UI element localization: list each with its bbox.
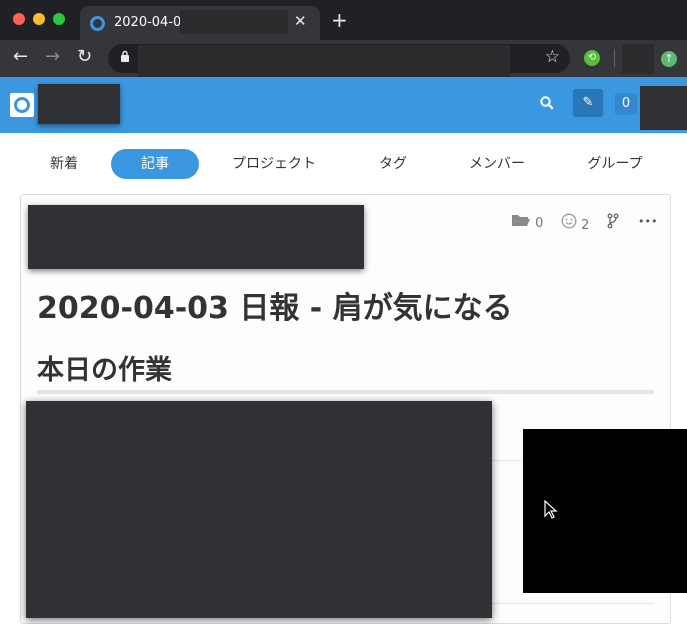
post-title: 2020-04-03 日報 - 肩が気になる <box>37 291 513 326</box>
tab-tags[interactable]: タグ <box>362 149 424 179</box>
search-icon[interactable] <box>540 96 554 114</box>
esa-logo-icon[interactable] <box>10 93 34 117</box>
tab-groups[interactable]: グループ <box>576 149 654 179</box>
redacted-avatar[interactable] <box>640 86 687 130</box>
close-tab-icon[interactable]: ✕ <box>294 12 307 30</box>
site-header: ✎ 0 <box>0 77 687 133</box>
star-count[interactable]: 2 <box>561 213 589 233</box>
forward-arrow-icon[interactable]: → <box>45 46 60 67</box>
star-icon[interactable]: ☆ <box>545 47 560 67</box>
notification-count[interactable]: 0 <box>615 93 637 115</box>
minimize-window-button[interactable] <box>33 13 45 25</box>
tab-title: 2020-04-03 <box>114 15 190 30</box>
folder-count[interactable]: 0 <box>511 213 543 231</box>
close-window-button[interactable] <box>13 13 25 25</box>
lock-icon <box>120 50 130 65</box>
browser-tab[interactable]: 2020-04-03 ✕ <box>80 6 320 40</box>
edit-icon: ✎ <box>582 95 594 110</box>
fork-icon[interactable] <box>607 213 619 233</box>
redacted-tab-text <box>180 10 288 34</box>
address-bar[interactable]: ☆ <box>108 44 570 77</box>
tab-projects[interactable]: プロジェクト <box>222 149 326 179</box>
smile-icon <box>561 213 581 233</box>
folder-count-value: 0 <box>535 216 544 231</box>
redacted-post-body <box>26 401 492 618</box>
reload-icon[interactable]: ↻ <box>77 46 92 67</box>
redacted-post-path <box>28 205 364 269</box>
mouse-cursor-icon <box>544 499 558 524</box>
new-tab-button[interactable]: + <box>331 8 348 32</box>
esa-favicon-icon <box>90 16 105 31</box>
more-menu-icon[interactable]: ••• <box>638 215 657 228</box>
extension-icon[interactable]: ⟲ <box>584 50 600 66</box>
heading-underline <box>37 390 654 394</box>
tab-members[interactable]: メンバー <box>456 149 538 179</box>
content-divider <box>490 603 654 604</box>
main-nav: 新着 記事 プロジェクト タグ メンバー グループ <box>0 133 687 195</box>
maximize-window-button[interactable] <box>53 13 65 25</box>
back-arrow-icon[interactable]: ← <box>13 46 28 67</box>
redacted-extension <box>622 44 654 74</box>
star-count-value: 2 <box>581 218 590 233</box>
tab-new[interactable]: 新着 <box>40 149 88 179</box>
profile-update-icon[interactable]: ↑ <box>661 51 677 67</box>
tab-posts[interactable]: 記事 <box>111 149 199 179</box>
folder-icon <box>511 215 535 231</box>
redacted-url <box>138 45 510 77</box>
toolbar-divider <box>614 49 615 67</box>
tab-strip: 2020-04-03 ✕ + <box>0 0 687 40</box>
new-post-button[interactable]: ✎ <box>573 89 603 117</box>
section-heading: 本日の作業 <box>37 355 172 386</box>
redacted-team-name <box>38 84 120 124</box>
